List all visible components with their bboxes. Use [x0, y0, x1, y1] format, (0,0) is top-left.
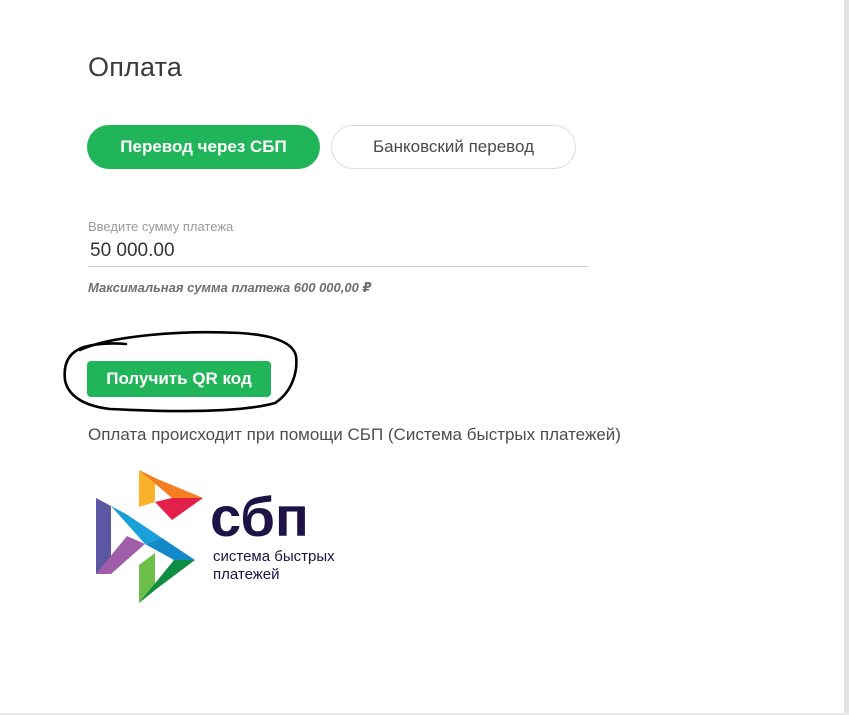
sbp-logo: сбп система быстрых платежей	[96, 470, 335, 603]
sbp-wordmark: сбп	[210, 485, 309, 548]
sbp-tagline-line2: платежей	[213, 566, 280, 583]
amount-input[interactable]	[88, 236, 587, 267]
sbp-tagline-line1: система быстрых	[213, 548, 335, 565]
page-title: Оплата	[88, 52, 183, 82]
sbp-logo-icon	[96, 470, 203, 603]
tab-bank-transfer[interactable]: Банковский перевод	[331, 125, 576, 169]
payment-info-text: Оплата происходит при помощи СБП (Систем…	[88, 425, 621, 444]
get-qr-code-button[interactable]: Получить QR код	[87, 361, 271, 397]
window-right-edge	[844, 0, 849, 715]
amount-field-label: Введите сумму платежа	[88, 219, 234, 234]
max-amount-note: Максимальная сумма платежа 600 000,00 ₽	[88, 280, 372, 295]
tab-sbp-transfer[interactable]: Перевод через СБП	[87, 125, 320, 169]
